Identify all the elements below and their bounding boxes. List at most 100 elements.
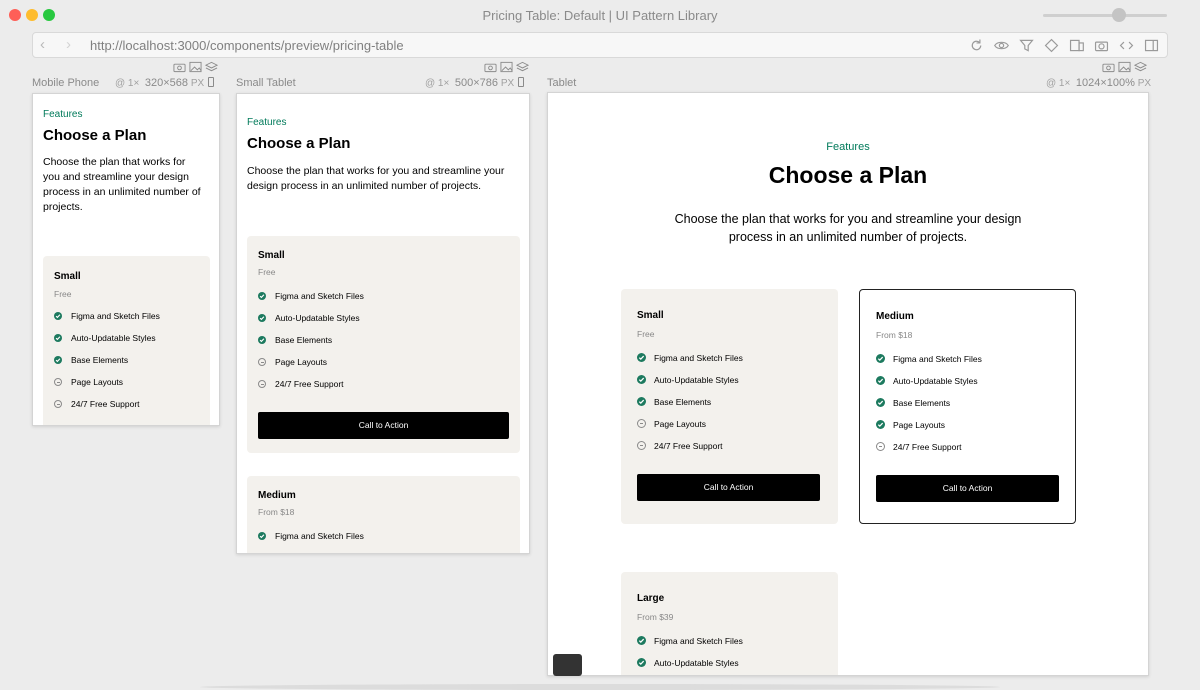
reload-icon[interactable] — [967, 37, 986, 54]
check-icon — [637, 397, 646, 406]
plan-name: Small — [637, 310, 664, 321]
camera-icon[interactable] — [484, 61, 497, 73]
call-to-action-button[interactable]: Call to Action — [258, 412, 509, 439]
check-icon — [876, 376, 885, 385]
feature-label: Auto-Updatable Styles — [893, 376, 978, 386]
feature-label: Base Elements — [893, 398, 951, 408]
description-line: process in an unlimited number of — [43, 186, 201, 198]
check-icon — [54, 356, 62, 364]
device-meta-small-tablet: @ 1× 500×786 PX — [425, 77, 525, 89]
call-to-action-button[interactable]: Call to Action — [876, 475, 1059, 502]
camera-icon[interactable] — [1092, 37, 1111, 54]
plan-name: Medium — [258, 490, 296, 501]
devtools-toggle-icon[interactable] — [553, 654, 582, 676]
device-tools-mobile — [173, 61, 218, 73]
description-line: process in an unlimited number of projec… — [728, 230, 968, 244]
image-icon[interactable] — [1118, 61, 1131, 73]
feature-label: Base Elements — [71, 355, 129, 365]
phone-icon[interactable] — [518, 77, 525, 87]
minus-circle-icon — [258, 380, 266, 388]
check-icon — [876, 354, 885, 363]
section-eyebrow: Features — [826, 141, 870, 153]
plan-card-small: Small Free Figma and Sketch Files Auto-U… — [621, 289, 838, 524]
image-icon[interactable] — [500, 61, 513, 73]
phone-icon[interactable] — [208, 77, 215, 87]
section-eyebrow: Features — [43, 109, 83, 120]
camera-icon[interactable] — [1102, 61, 1115, 73]
device-label-tablet: Tablet — [547, 77, 577, 89]
plan-price: From $18 — [258, 507, 295, 517]
plan-price: Free — [637, 329, 655, 339]
check-icon — [54, 312, 62, 320]
check-icon — [637, 375, 646, 384]
check-icon — [258, 532, 266, 540]
section-eyebrow: Features — [247, 117, 287, 128]
feature-label: Page Layouts — [275, 357, 327, 367]
zoom-slider-handle[interactable] — [1112, 8, 1126, 22]
check-icon — [637, 636, 646, 645]
call-to-action-button[interactable]: Call to Action — [637, 474, 820, 501]
plan-price: Free — [54, 289, 72, 299]
device-label-mobile: Mobile Phone — [32, 77, 100, 89]
check-icon — [258, 336, 266, 344]
description-line: Choose the plan that works for you and s… — [674, 212, 1022, 226]
plan-name: Small — [54, 271, 81, 282]
check-icon — [876, 398, 885, 407]
image-icon[interactable] — [189, 61, 202, 73]
check-icon — [876, 420, 885, 429]
feature-label: 24/7 Free Support — [654, 441, 723, 451]
layers-icon[interactable] — [516, 61, 529, 73]
minus-circle-icon — [54, 400, 62, 408]
feature-label: 24/7 Free Support — [893, 442, 962, 452]
plan-card-medium: Medium From $18 Figma and Sketch Files A… — [859, 289, 1076, 524]
window-title: Pricing Table: Default | UI Pattern Libr… — [482, 8, 718, 23]
url-text[interactable]: http://localhost:3000/components/preview… — [90, 38, 404, 53]
plan-name: Small — [258, 250, 285, 261]
plan-price: Free — [258, 267, 276, 277]
device-tools-tablet — [1102, 61, 1147, 73]
device-meta-tablet: @ 1× 1024×100% PX — [1046, 77, 1152, 89]
minus-circle-icon — [637, 441, 646, 450]
devices-icon[interactable] — [1067, 37, 1086, 54]
layers-icon[interactable] — [1134, 61, 1147, 73]
window-titlebar: Pricing Table: Default | UI Pattern Libr… — [0, 0, 1200, 30]
description-line: design process in an unlimited number of… — [247, 180, 482, 192]
back-icon[interactable]: ‹ — [40, 37, 45, 53]
mobile-preview-frame: Features Choose a Plan Choose the plan t… — [32, 93, 220, 426]
sidebar-icon[interactable] — [1142, 37, 1161, 54]
plan-card-small: Small Free Figma and Sketch Files Auto-U… — [247, 236, 520, 453]
plan-card-large: Large From $39 Figma and Sketch Files Au… — [621, 572, 838, 675]
eye-icon[interactable] — [992, 37, 1011, 54]
description-line: you and streamline your design — [43, 171, 189, 183]
plan-name: Large — [637, 593, 665, 604]
tablet-preview-frame: Features Choose a Plan Choose the plan t… — [547, 92, 1149, 676]
check-icon — [637, 658, 646, 667]
zoom-slider[interactable] — [1043, 14, 1167, 17]
code-icon[interactable] — [1117, 37, 1136, 54]
minus-circle-icon — [54, 378, 62, 386]
forward-icon[interactable]: › — [66, 37, 71, 53]
feature-label: Figma and Sketch Files — [71, 311, 160, 321]
toolbar-icons — [967, 37, 1161, 54]
feature-label: Page Layouts — [654, 419, 706, 429]
layers-icon[interactable] — [205, 61, 218, 73]
feature-label: Figma and Sketch Files — [654, 353, 743, 363]
feature-label: Auto-Updatable Styles — [654, 658, 739, 668]
minus-circle-icon — [876, 442, 885, 451]
feature-label: Figma and Sketch Files — [893, 354, 982, 364]
minus-circle-icon — [258, 358, 266, 366]
feature-label: Page Layouts — [71, 377, 123, 387]
window-shadow — [200, 684, 1000, 690]
plan-card-medium: Medium From $18 Figma and Sketch Files — [247, 476, 520, 553]
plan-price: From $39 — [637, 612, 674, 622]
check-icon — [637, 353, 646, 362]
camera-icon[interactable] — [173, 61, 186, 73]
feature-label: Figma and Sketch Files — [275, 531, 364, 541]
check-icon — [258, 314, 266, 322]
feature-label: Figma and Sketch Files — [654, 636, 743, 646]
layers-icon[interactable] — [1042, 37, 1061, 54]
filter-icon[interactable] — [1017, 37, 1036, 54]
feature-label: 24/7 Free Support — [275, 379, 344, 389]
feature-label: Base Elements — [275, 335, 333, 345]
address-bar[interactable]: ‹ › http://localhost:3000/components/pre… — [32, 32, 1168, 58]
